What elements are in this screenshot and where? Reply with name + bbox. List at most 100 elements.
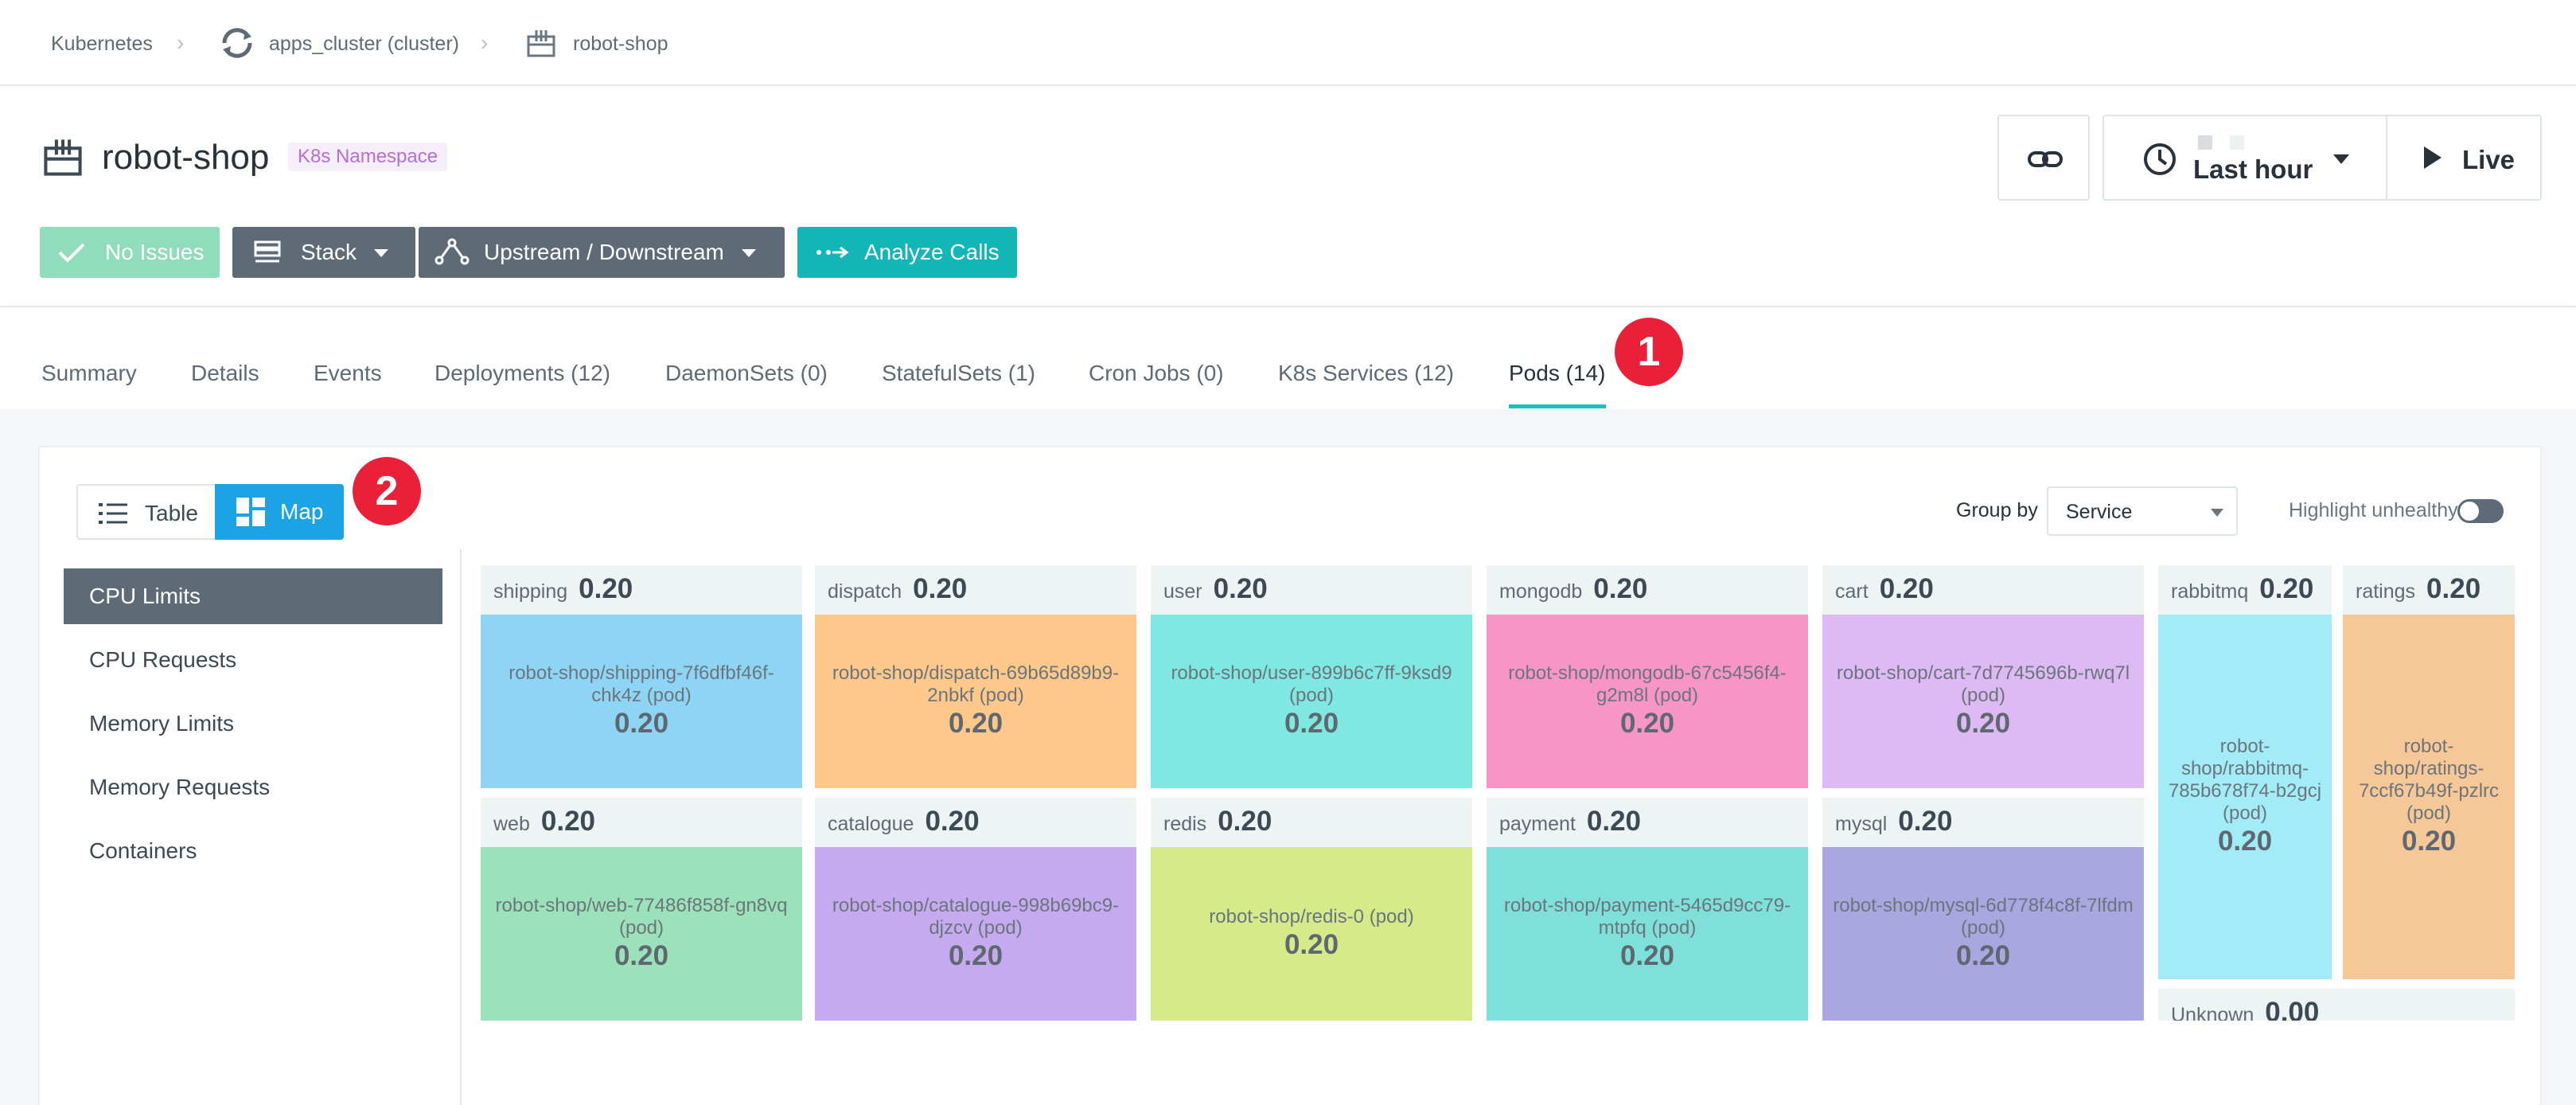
- tab-events[interactable]: Events: [314, 360, 382, 387]
- group-by-label: Group by: [1956, 499, 2038, 521]
- table-view-button[interactable]: Table: [76, 484, 216, 540]
- toggle-knob: [2460, 502, 2479, 521]
- service-group-name: redis: [1163, 813, 1207, 835]
- step-marker-1: 1: [1615, 318, 1683, 386]
- analyze-calls-label: Analyze Calls: [864, 240, 1000, 264]
- service-group-web[interactable]: web 0.20 robot-shop/web-77486f858f-gn8vq (…: [481, 798, 802, 1021]
- stack-icon: [253, 240, 282, 265]
- service-group-mysql[interactable]: mysql 0.20 robot-shop/mysql-6d778f4c8f-7lf…: [1822, 798, 2144, 1021]
- service-group-value: 0.20: [2426, 573, 2481, 604]
- pod-name: robot-shop/shipping-7f6dfbf46f-chk4z (po…: [509, 662, 774, 706]
- service-group-user[interactable]: user 0.20 robot-shop/user-899b6c7ff-9ksd9 …: [1151, 565, 1472, 788]
- analyze-calls-icon: [815, 244, 850, 260]
- pod-tile[interactable]: robot-shop/shipping-7f6dfbf46f-chk4z (po…: [481, 615, 802, 788]
- service-group-value: 0.20: [1879, 573, 1934, 604]
- tab-cron-jobs[interactable]: Cron Jobs (0): [1089, 360, 1224, 387]
- service-group-value: 0.20: [1218, 806, 1272, 837]
- pod-name: robot-shop/catalogue-998b69bc9-djzcv (po…: [832, 895, 1120, 939]
- pod-tile[interactable]: robot-shop/payment-5465d9cc79-mtpfq (pod…: [1487, 847, 1808, 1021]
- chevron-right-icon: ›: [481, 30, 489, 55]
- pod-tile[interactable]: robot-shop/rabbitmq-785b678f74-b2gcj (po…: [2158, 615, 2332, 979]
- stack-dropdown[interactable]: Stack: [232, 227, 415, 278]
- namespace-icon: [41, 135, 84, 178]
- service-group-cart[interactable]: cart 0.20 robot-shop/cart-7d7745696b-rwq7l…: [1822, 565, 2144, 788]
- pod-name: robot-shop/mongodb-67c5456f4-g2m8l (pod): [1508, 662, 1787, 706]
- service-group-header: user 0.20: [1163, 573, 1268, 605]
- service-group-rabbitmq[interactable]: rabbitmq 0.20 robot-shop/rabbitmq-785b678f…: [2158, 565, 2332, 979]
- service-group-value: 0.20: [1593, 573, 1648, 604]
- highlight-unhealthy-label: Highlight unhealthy: [2289, 499, 2458, 521]
- no-issues-label: No Issues: [105, 240, 205, 264]
- metric-memory-limits[interactable]: Memory Limits: [64, 696, 442, 752]
- service-group-dispatch[interactable]: dispatch 0.20 robot-shop/dispatch-69b65d89…: [815, 565, 1136, 788]
- metric-cpu-limits[interactable]: CPU Limits: [64, 568, 442, 624]
- service-group-name: mongodb: [1499, 580, 1583, 603]
- namespace-badge: K8s Namespace: [288, 143, 448, 171]
- service-group-shipping[interactable]: shipping 0.20 robot-shop/shipping-7f6dfbf4…: [481, 565, 802, 788]
- pod-name: robot-shop/cart-7d7745696b-rwq7l (pod): [1836, 662, 2130, 706]
- service-group-header: shipping 0.20: [493, 573, 633, 605]
- pod-tile[interactable]: robot-shop/ratings-7ccf67b49f-pzlrc (pod…: [2343, 615, 2515, 979]
- metric-containers[interactable]: Containers: [64, 823, 442, 879]
- pod-name: robot-shop/dispatch-69b65d89b9-2nbkf (po…: [832, 662, 1120, 706]
- link-icon: [2026, 143, 2064, 175]
- service-group-name: shipping: [493, 580, 568, 603]
- breadcrumb-kubernetes[interactable]: Kubernetes: [51, 32, 153, 56]
- service-group-payment[interactable]: payment 0.20 robot-shop/payment-5465d9cc79…: [1487, 798, 1808, 1021]
- range-marker: [2230, 135, 2244, 150]
- group-by-select[interactable]: Service: [2047, 486, 2238, 536]
- breadcrumb-cluster[interactable]: apps_cluster (cluster): [269, 32, 459, 56]
- panel-divider: [460, 549, 462, 1105]
- highlight-unhealthy-toggle[interactable]: [2457, 499, 2504, 523]
- pod-value: 0.20: [1284, 708, 1339, 739]
- upstream-downstream-dropdown[interactable]: Upstream / Downstream: [419, 227, 785, 278]
- service-group-name: web: [493, 813, 530, 835]
- service-group-header: rabbitmq 0.20: [2171, 573, 2313, 605]
- analyze-calls-button[interactable]: Analyze Calls: [797, 227, 1017, 278]
- service-group-mongodb[interactable]: mongodb 0.20 robot-shop/mongodb-67c5456f4-…: [1487, 565, 1808, 788]
- tab-statefulsets[interactable]: StatefulSets (1): [882, 360, 1035, 387]
- time-range-dropdown[interactable]: Last hour: [2102, 115, 2387, 201]
- service-group-header: mongodb 0.20: [1499, 573, 1647, 605]
- pod-tile[interactable]: robot-shop/mysql-6d778f4c8f-7lfdm (pod) 0…: [1822, 847, 2144, 1021]
- pod-name: robot-shop/payment-5465d9cc79-mtpfq (pod…: [1503, 895, 1791, 939]
- pod-tile[interactable]: robot-shop/catalogue-998b69bc9-djzcv (po…: [815, 847, 1136, 1021]
- copy-link-button[interactable]: [1997, 115, 2090, 201]
- pod-tile[interactable]: robot-shop/cart-7d7745696b-rwq7l (pod) 0.…: [1822, 615, 2144, 788]
- tab-k8s-services[interactable]: K8s Services (12): [1278, 360, 1454, 387]
- metric-cpu-requests[interactable]: CPU Requests: [64, 632, 442, 688]
- pod-tile[interactable]: robot-shop/user-899b6c7ff-9ksd9 (pod) 0.2…: [1151, 615, 1472, 788]
- pod-tile[interactable]: robot-shop/web-77486f858f-gn8vq (pod) 0.2…: [481, 847, 802, 1021]
- tab-details[interactable]: Details: [191, 360, 259, 387]
- breadcrumb-namespace[interactable]: robot-shop: [573, 32, 668, 56]
- service-group-unknown[interactable]: Unknown 0.00: [2158, 989, 2515, 1021]
- live-button[interactable]: Live: [2386, 115, 2542, 201]
- pod-tile[interactable]: robot-shop/dispatch-69b65d89b9-2nbkf (po…: [815, 615, 1136, 788]
- play-icon: [2424, 146, 2442, 169]
- caret-down-icon: [374, 249, 388, 257]
- tab-pods[interactable]: Pods (14): [1509, 360, 1605, 387]
- list-icon: [97, 500, 129, 527]
- tab-daemonsets[interactable]: DaemonSets (0): [665, 360, 828, 387]
- service-group-header: mysql 0.20: [1835, 806, 1952, 838]
- service-group-name: ratings: [2356, 580, 2416, 603]
- service-group-header: ratings 0.20: [2356, 573, 2481, 605]
- pod-tile[interactable]: robot-shop/redis-0 (pod) 0.20: [1151, 847, 1472, 1021]
- service-group-redis[interactable]: redis 0.20 robot-shop/redis-0 (pod) 0.20: [1151, 798, 1472, 1021]
- range-marker: [2198, 135, 2212, 150]
- pod-tile[interactable]: robot-shop/mongodb-67c5456f4-g2m8l (pod)…: [1487, 615, 1808, 788]
- service-group-header: redis 0.20: [1163, 806, 1272, 838]
- map-view-label: Map: [280, 499, 324, 524]
- tab-deployments[interactable]: Deployments (12): [435, 360, 610, 387]
- no-issues-button[interactable]: No Issues: [40, 227, 220, 278]
- map-view-button[interactable]: Map: [215, 484, 344, 540]
- service-group-header: web 0.20: [493, 806, 595, 838]
- metric-memory-requests[interactable]: Memory Requests: [64, 759, 442, 815]
- caret-down-icon: [742, 249, 756, 257]
- pod-value: 0.20: [1955, 708, 2011, 739]
- stack-label: Stack: [301, 240, 357, 264]
- tab-summary[interactable]: Summary: [41, 360, 137, 387]
- service-group-catalogue[interactable]: catalogue 0.20 robot-shop/catalogue-998b69…: [815, 798, 1136, 1021]
- service-group-ratings[interactable]: ratings 0.20 robot-shop/ratings-7ccf67b49f…: [2343, 565, 2515, 979]
- active-tab-indicator: [1509, 404, 1606, 408]
